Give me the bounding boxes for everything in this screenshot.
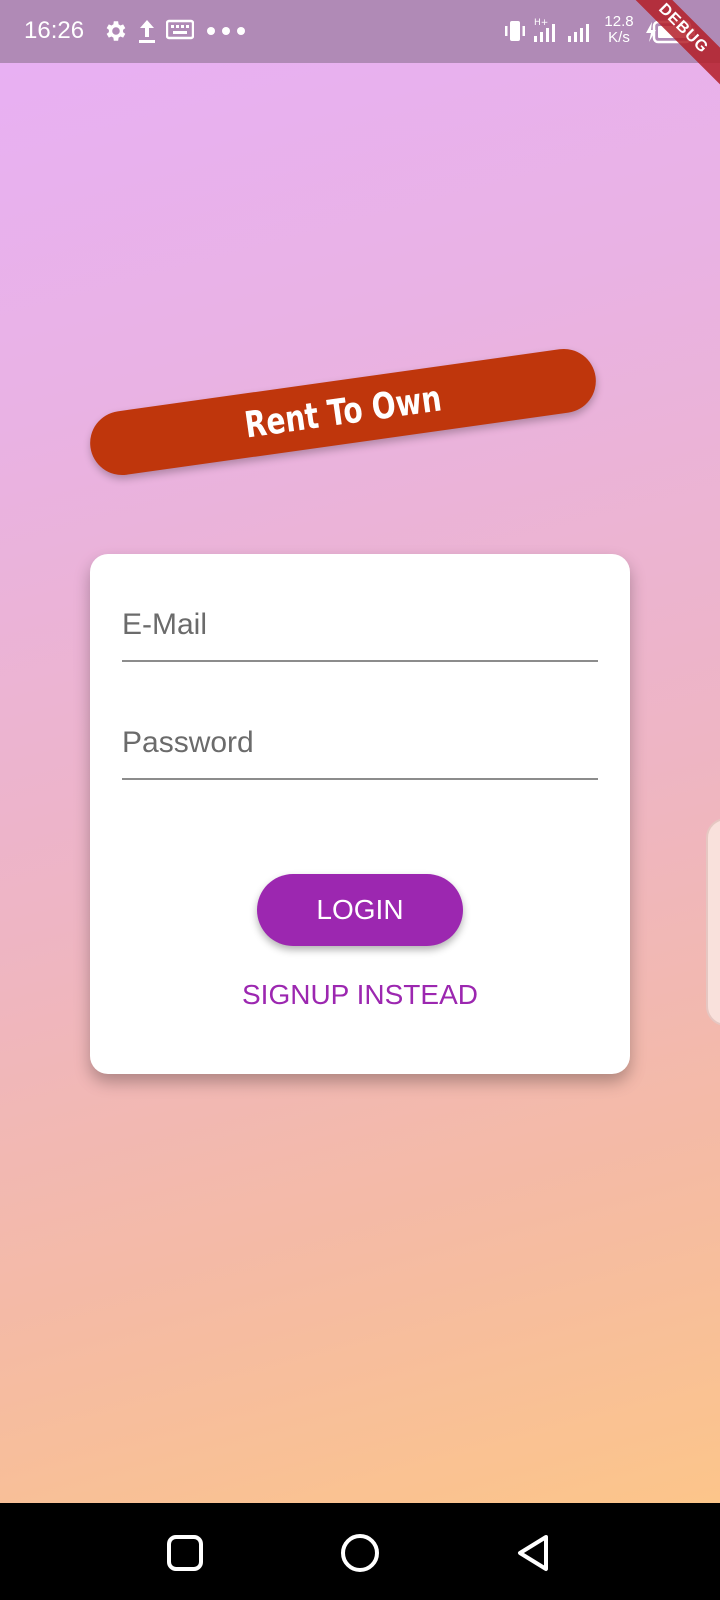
login-card: LOGIN SIGNUP INSTEAD — [90, 554, 630, 1074]
signal-h-plus-icon: H+ — [534, 18, 555, 42]
keyboard-icon — [166, 19, 194, 40]
app-screen: 16:26 H+ 12.8 K/s DEBUG Rent To Own E-Ma… — [0, 0, 720, 1503]
settings-icon — [106, 21, 126, 41]
back-triangle-icon[interactable] — [512, 1531, 556, 1575]
brand-banner: Rent To Own — [86, 344, 600, 480]
app-title: Rent To Own — [242, 377, 444, 447]
password-field — [122, 690, 598, 780]
network-speed-value: 12.8 K/s — [604, 13, 634, 46]
signup-instead-button[interactable]: SIGNUP INSTEAD — [210, 970, 510, 1020]
more-dots-icon — [207, 27, 245, 35]
status-bar: 16:26 H+ 12.8 K/s — [0, 0, 720, 63]
svg-text:H+: H+ — [534, 18, 548, 28]
home-circle-icon[interactable] — [338, 1531, 382, 1575]
status-time: 16:26 — [24, 17, 85, 44]
email-field — [122, 572, 598, 662]
recents-square-icon[interactable] — [163, 1531, 207, 1575]
upload-icon — [139, 20, 155, 43]
email-input[interactable] — [122, 608, 598, 642]
system-nav-bar — [0, 1503, 720, 1600]
signal-icon — [568, 24, 589, 42]
network-speed: 12.8 K/s — [601, 14, 637, 46]
vibrate-icon — [505, 21, 525, 41]
login-button[interactable]: LOGIN — [257, 874, 463, 946]
password-input[interactable] — [122, 726, 598, 760]
side-drawer-handle[interactable] — [706, 818, 720, 1026]
